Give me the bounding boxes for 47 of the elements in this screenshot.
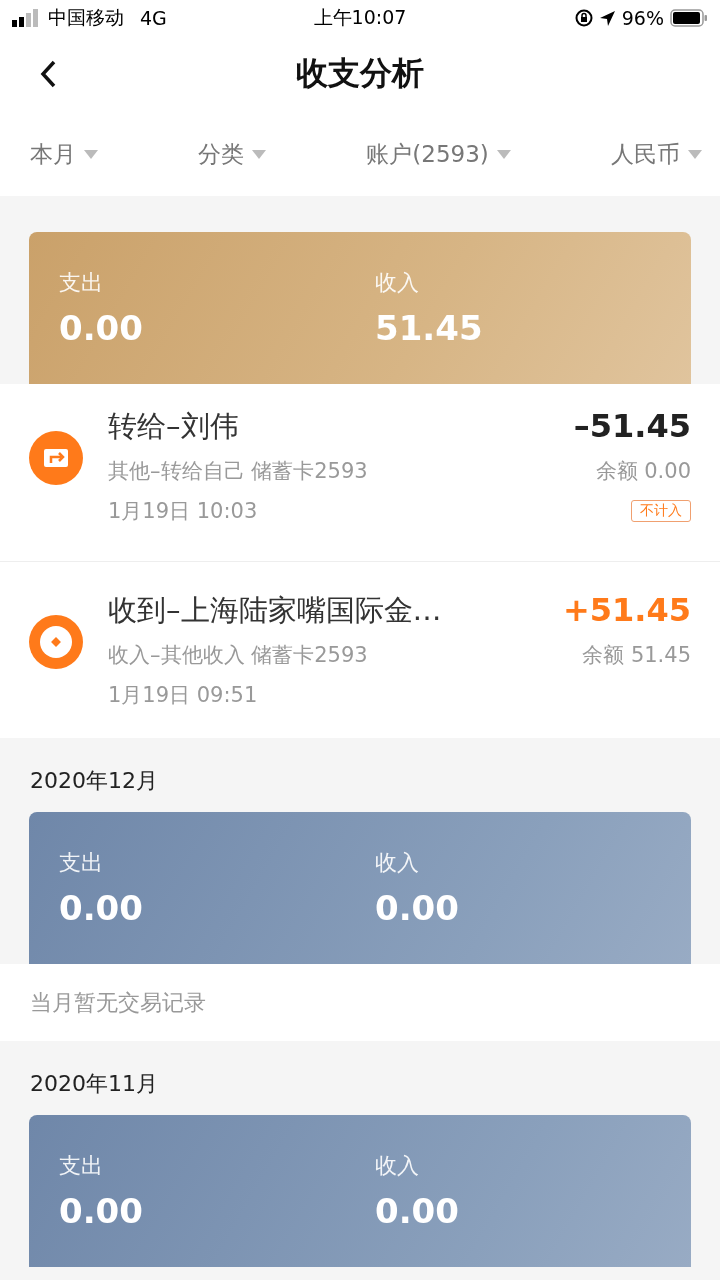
location-arrow-icon bbox=[598, 9, 616, 27]
expense-total: 0.00 bbox=[59, 1191, 144, 1231]
transaction-row[interactable]: 转给–刘伟 其他–转给自己 储蓄卡2593 1月19日 10:03 –51.45 余额 0.00 不计入 bbox=[0, 384, 720, 561]
caret-icon bbox=[496, 149, 511, 159]
transaction-title: 转给–刘伟 bbox=[108, 408, 240, 445]
transaction-time: 1月19日 09:51 bbox=[108, 682, 259, 709]
expense-label: 支出 bbox=[59, 849, 104, 877]
battery-icon bbox=[670, 9, 708, 27]
month-header: 2020年12月 bbox=[29, 767, 159, 795]
expense-total: 0.00 bbox=[59, 308, 144, 348]
expense-total: 0.00 bbox=[59, 888, 144, 928]
back-chevron-icon bbox=[38, 59, 58, 89]
empty-message: 当月暂无交易记录 bbox=[30, 988, 206, 1017]
rotation-lock-icon bbox=[574, 9, 593, 27]
filter-dropdown[interactable]: 人民币 bbox=[611, 138, 702, 170]
transaction-category: 其他–转给自己 储蓄卡2593 bbox=[108, 458, 369, 485]
page-title: 收支分析 bbox=[296, 53, 424, 94]
transaction-category: 收入–其他收入 储蓄卡2593 bbox=[108, 642, 369, 669]
balance-text: 余额 0.00 bbox=[595, 458, 691, 485]
month-header: 2020年11月 bbox=[29, 1070, 159, 1098]
expense-label: 支出 bbox=[59, 269, 104, 297]
caret-icon bbox=[688, 149, 702, 159]
filter-dropdown[interactable]: 账户(2593) bbox=[366, 138, 511, 170]
transaction-amount: +51.45 bbox=[562, 590, 691, 630]
caret-icon bbox=[84, 149, 98, 159]
signal-icon bbox=[12, 9, 40, 27]
transaction-amount: –51.45 bbox=[573, 406, 691, 446]
income-total: 0.00 bbox=[375, 888, 460, 928]
transfer-icon bbox=[29, 431, 83, 485]
network-type: 4G bbox=[140, 7, 167, 29]
coin-icon bbox=[29, 615, 83, 669]
balance-text: 余额 51.45 bbox=[582, 642, 691, 669]
filter-dropdown[interactable]: 分类 bbox=[198, 138, 267, 170]
battery-percent: 96% bbox=[621, 7, 664, 29]
filter-dropdown[interactable]: 本月 bbox=[30, 138, 98, 170]
clock-time: 上午10:07 bbox=[313, 5, 407, 30]
income-label: 收入 bbox=[375, 1152, 420, 1180]
caret-icon bbox=[252, 149, 267, 159]
income-total: 51.45 bbox=[375, 308, 484, 348]
expense-label: 支出 bbox=[59, 1152, 104, 1180]
income-label: 收入 bbox=[375, 269, 420, 297]
transaction-time: 1月19日 10:03 bbox=[108, 498, 259, 525]
transaction-title: 收到–上海陆家嘴国际金… bbox=[108, 592, 443, 629]
income-total: 0.00 bbox=[375, 1191, 460, 1231]
carrier: 中国移动 bbox=[48, 5, 124, 30]
excluded-tag: 不计入 bbox=[631, 500, 691, 522]
income-label: 收入 bbox=[375, 849, 420, 877]
